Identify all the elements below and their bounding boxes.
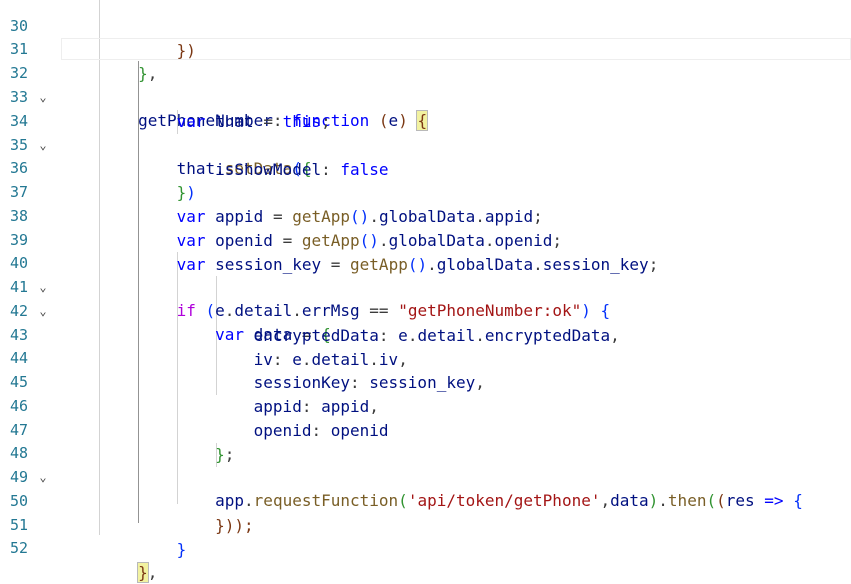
code-line[interactable]: 40 ⌄ if (e.detail.errMsg == "getPhoneNum…	[0, 228, 851, 321]
code-line[interactable]: 31 },	[0, 14, 851, 83]
code-line[interactable]: 35 isShowModel: false	[0, 110, 851, 179]
code-line[interactable]: 39 var session_key = getApp().globalData…	[0, 205, 851, 274]
code-line[interactable]: 43 iv: e.detail.iv,	[0, 300, 851, 369]
code-line[interactable]: 46 openid: openid	[0, 371, 851, 440]
code-line[interactable]: 48 ⌄ app.requestFunction('api/token/getP…	[0, 418, 851, 511]
code-line[interactable]: 36 })	[0, 133, 851, 202]
line-number: 52	[9, 538, 28, 557]
code-line[interactable]: 37 var appid = getApp().globalData.appid…	[0, 157, 851, 226]
code-line[interactable]: 47 };	[0, 395, 851, 464]
code-line[interactable]: 42 encryptedData: e.detail.encryptedData…	[0, 276, 851, 345]
code-line[interactable]: 38 var openid = getApp().globalData.open…	[0, 181, 851, 250]
code-text: }	[176, 539, 187, 559]
code-line[interactable]: 41 ⌄ var data = {	[0, 252, 851, 345]
code-line[interactable]: 50 }));	[0, 466, 851, 535]
code-line[interactable]: 44 sessionKey: session_key,	[0, 323, 851, 392]
code-line[interactable]: 52 },	[0, 513, 851, 583]
code-line[interactable]: 33 var that = this;	[0, 62, 851, 131]
code-text: },	[137, 561, 158, 583]
code-line[interactable]: 30 })	[0, 0, 851, 60]
code-line[interactable]: 34 ⌄ that.setData({	[0, 86, 851, 179]
code-line[interactable]: 32 ⌄ getPhoneNumber: function (e) {	[0, 38, 851, 132]
code-line[interactable]: 45 appid: appid,	[0, 347, 851, 416]
code-line[interactable]: 49	[0, 442, 851, 486]
code-line[interactable]: 51 }	[0, 490, 851, 559]
